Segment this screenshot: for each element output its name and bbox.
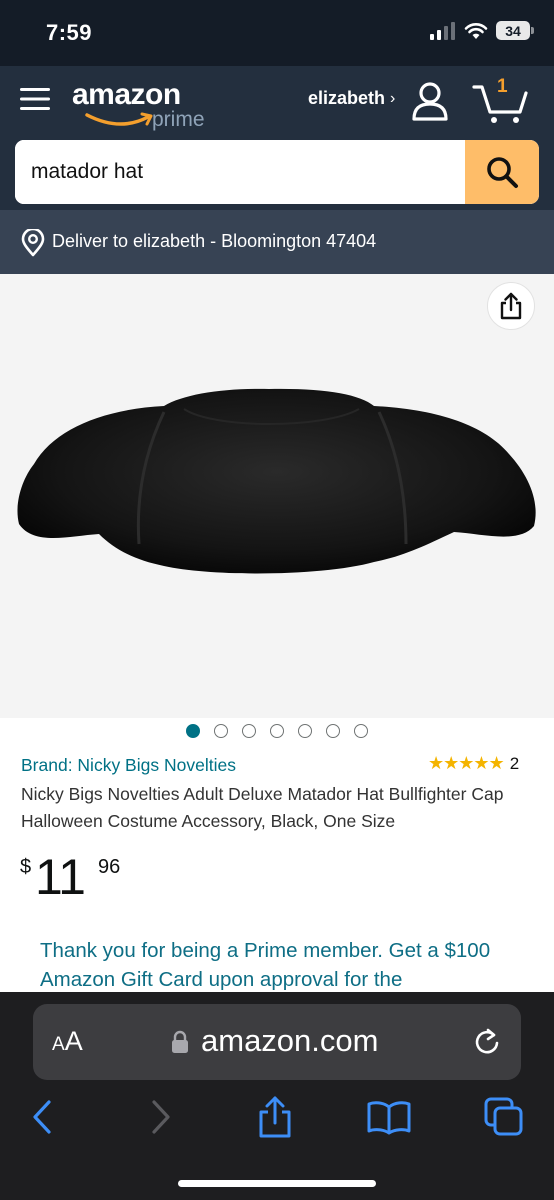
carousel-dot[interactable] xyxy=(354,724,368,738)
lock-icon xyxy=(172,1030,188,1053)
search-button[interactable] xyxy=(465,140,539,204)
product-rating[interactable]: ★★★★★ 2 xyxy=(428,753,519,774)
prime-card-offer-link[interactable]: Thank you for being a Prime member. Get … xyxy=(40,936,520,994)
price-symbol: $ xyxy=(20,856,32,878)
product-image-carousel[interactable] xyxy=(0,274,554,718)
amazon-prime-logo[interactable]: amazon prime xyxy=(70,78,215,140)
tabs-icon xyxy=(484,1097,523,1136)
browser-toolbar: AA amazon.com xyxy=(0,992,554,1200)
search-bar xyxy=(15,140,539,204)
logo-prime-label: prime xyxy=(152,108,205,131)
carousel-dot[interactable] xyxy=(270,724,284,738)
search-input[interactable] xyxy=(15,140,465,204)
home-indicator[interactable] xyxy=(178,1180,376,1187)
carousel-dot[interactable] xyxy=(242,724,256,738)
reload-icon[interactable] xyxy=(471,1026,503,1058)
aa-small-glyph: A xyxy=(52,1034,65,1055)
back-arrow-icon xyxy=(33,1100,51,1134)
bookmarks-button[interactable] xyxy=(361,1092,417,1142)
carousel-dot[interactable] xyxy=(298,724,312,738)
battery-tip xyxy=(531,27,534,34)
logo-smile-icon xyxy=(85,112,153,126)
cart-button[interactable]: 1 xyxy=(470,76,530,124)
search-icon xyxy=(487,157,518,188)
price-whole: 11 xyxy=(35,849,86,905)
wifi-icon xyxy=(464,22,488,39)
status-time: 7:59 xyxy=(46,20,93,45)
share-button[interactable] xyxy=(487,282,535,330)
menu-icon[interactable] xyxy=(18,84,52,114)
price-fraction: 96 xyxy=(98,856,121,878)
product-image-matador-hat xyxy=(17,388,536,574)
back-button[interactable] xyxy=(14,1092,70,1142)
status-bar: 7:59 34 xyxy=(0,0,554,66)
status-icons: 34 xyxy=(430,21,534,40)
account-name: elizabeth xyxy=(308,88,386,108)
cellular-signal-icon xyxy=(430,21,455,40)
forward-arrow-icon xyxy=(152,1100,170,1134)
share-icon xyxy=(500,292,522,320)
cart-count: 1 xyxy=(497,76,508,97)
battery-level: 34 xyxy=(496,21,530,40)
account-icon[interactable] xyxy=(410,80,450,122)
browser-nav-buttons xyxy=(0,1092,554,1148)
account-link[interactable]: elizabeth › xyxy=(308,88,395,109)
product-title: Nicky Bigs Novelties Adult Deluxe Matado… xyxy=(21,784,504,831)
carousel-dot[interactable] xyxy=(186,724,200,738)
url-text: amazon.com xyxy=(201,1023,379,1058)
rating-stars: ★★★★★ xyxy=(428,753,505,773)
share-icon xyxy=(259,1096,291,1138)
share-page-button[interactable] xyxy=(247,1092,303,1142)
carousel-dots xyxy=(186,724,368,738)
carousel-dot[interactable] xyxy=(326,724,340,738)
location-pin-icon xyxy=(21,229,45,257)
aa-large-glyph: A xyxy=(64,1026,83,1056)
delivery-location-text: Deliver to elizabeth - Bloomington 47404 xyxy=(52,231,377,251)
forward-button[interactable] xyxy=(133,1092,189,1142)
page-settings-button[interactable]: AA xyxy=(52,1026,83,1057)
logo-wordmark: amazon xyxy=(72,78,181,111)
carousel-dot[interactable] xyxy=(214,724,228,738)
account-caret: › xyxy=(390,89,396,107)
address-bar[interactable]: AA amazon.com xyxy=(33,1004,521,1080)
tabs-button[interactable] xyxy=(476,1092,532,1142)
amazon-header: amazon prime elizabeth › 1 xyxy=(0,66,554,210)
bookmarks-icon xyxy=(367,1101,411,1135)
battery-indicator: 34 xyxy=(496,21,534,40)
rating-count: 2 xyxy=(509,753,520,773)
brand-link[interactable]: Brand: Nicky Bigs Novelties xyxy=(21,755,236,776)
delivery-location-bar[interactable]: Deliver to elizabeth - Bloomington 47404 xyxy=(0,210,554,274)
